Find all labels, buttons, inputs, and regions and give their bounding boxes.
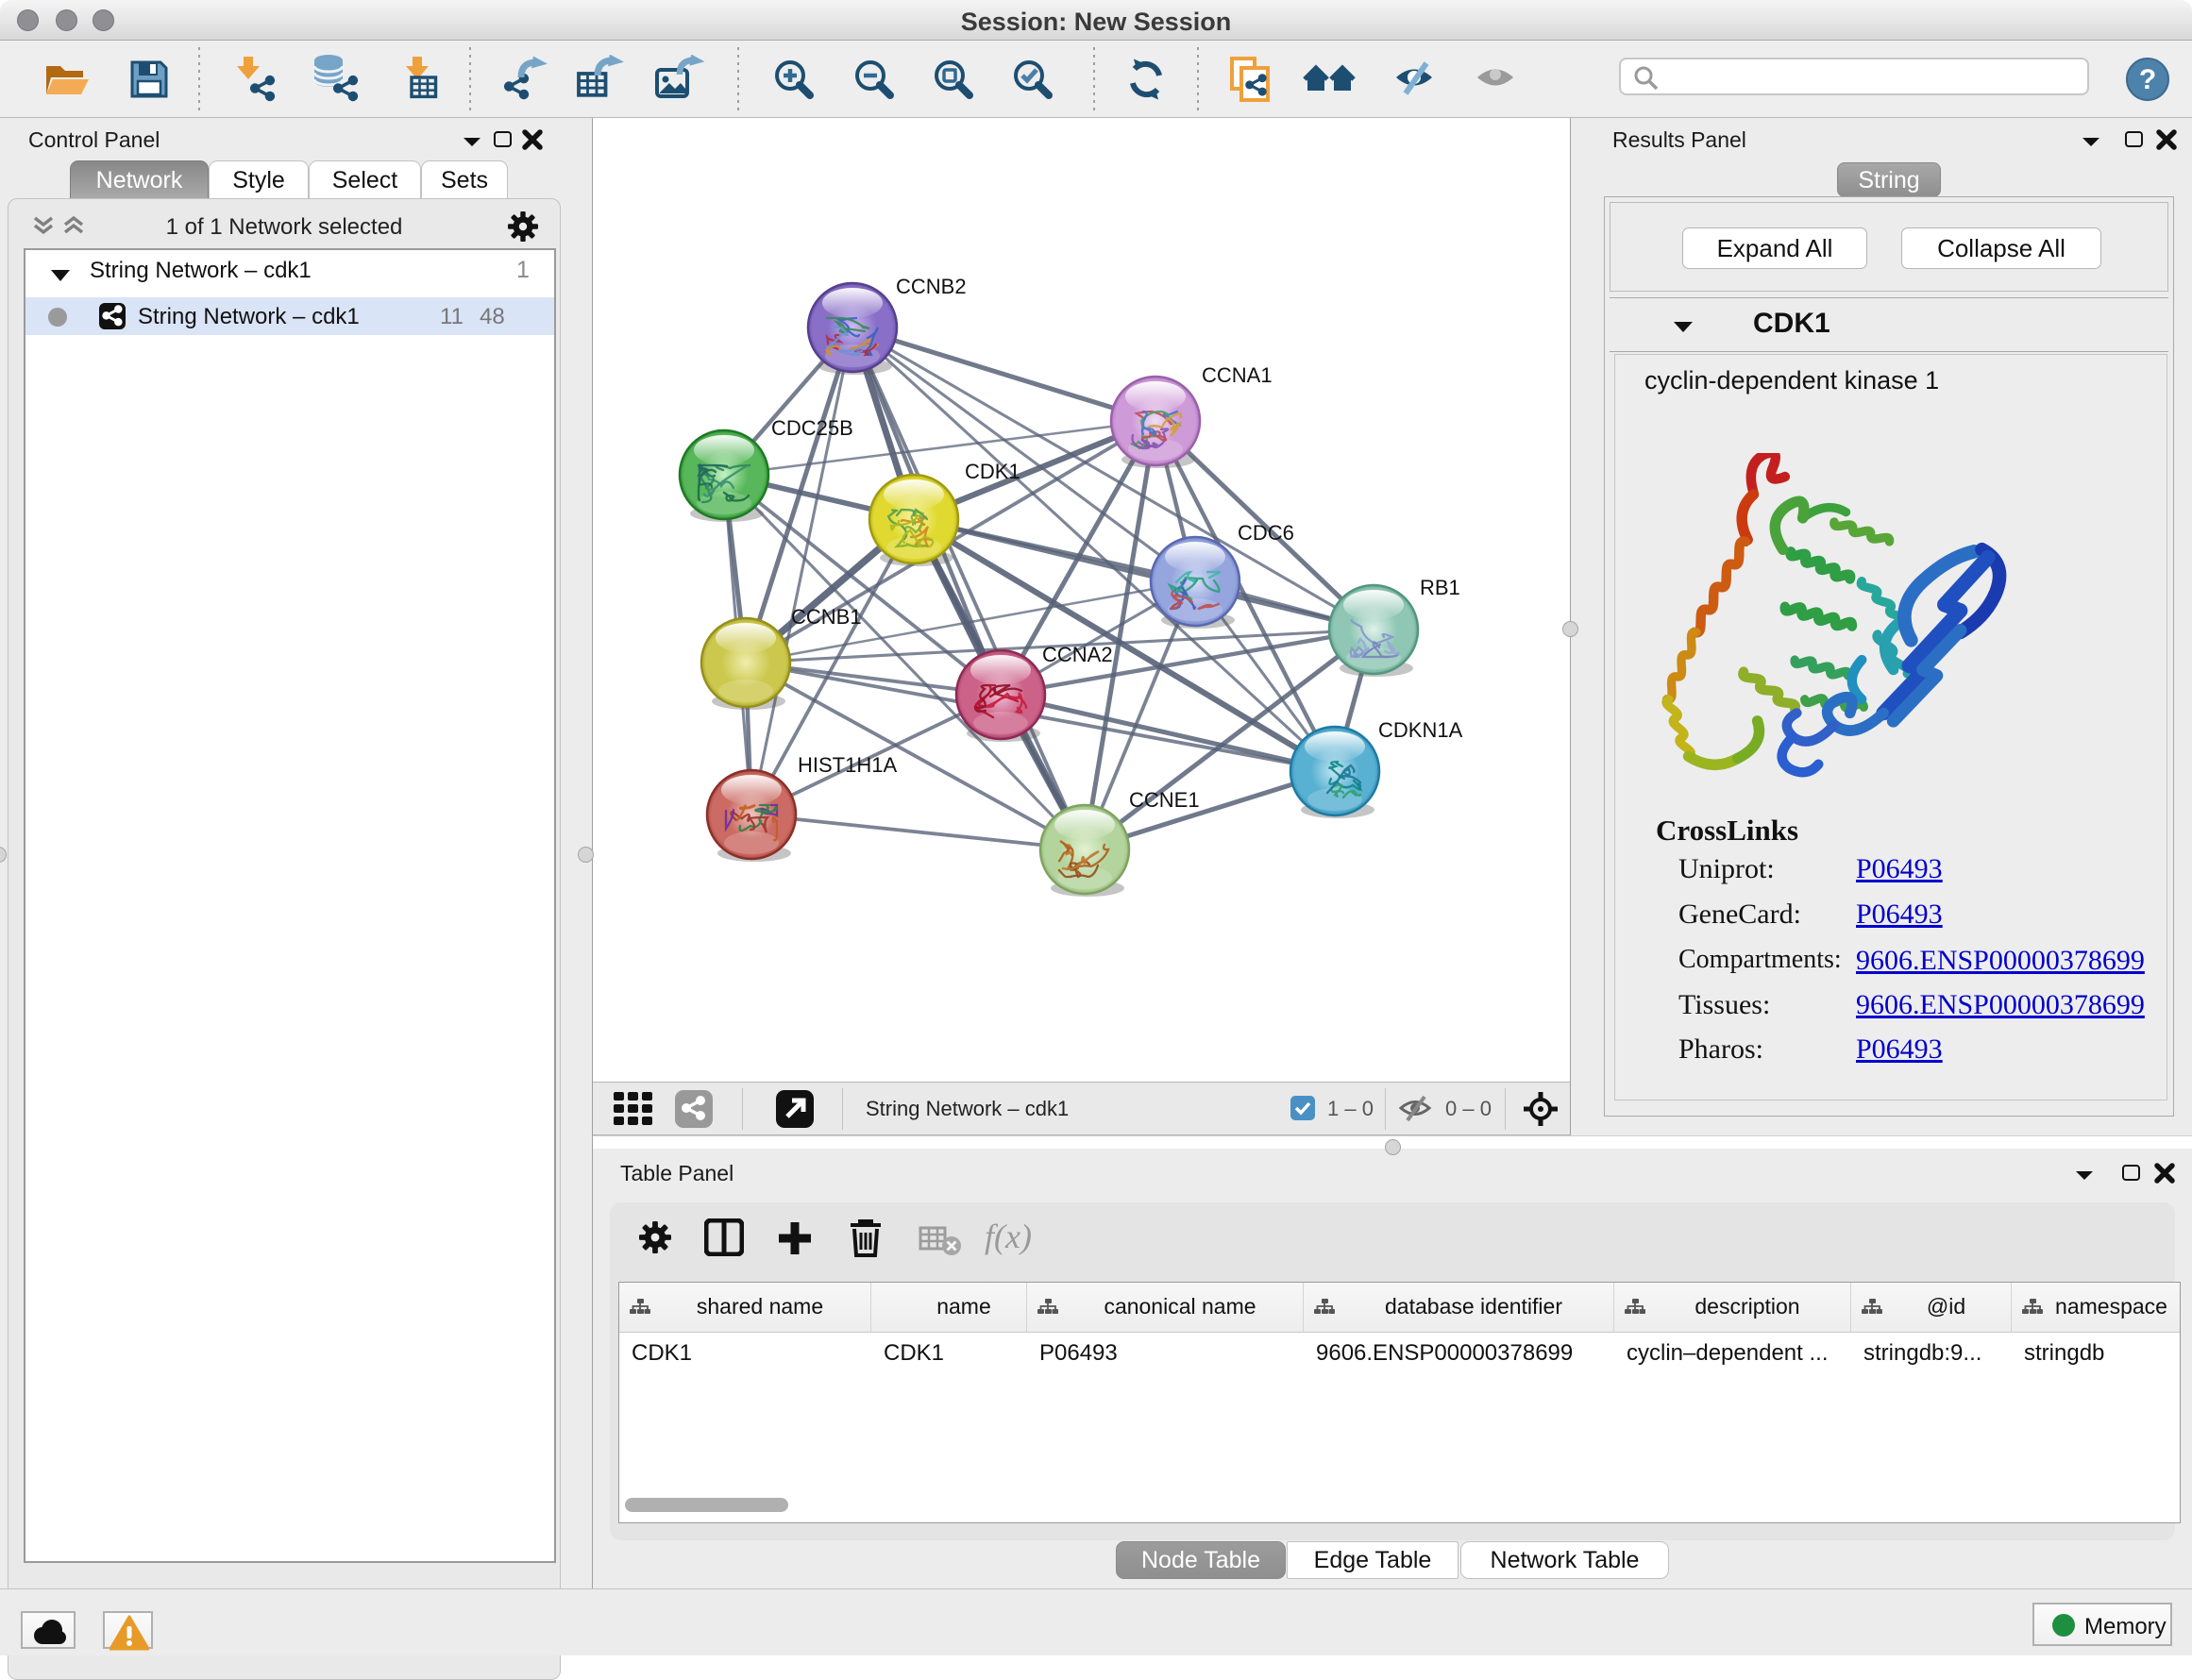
svg-text:RB1: RB1 (1420, 576, 1460, 599)
svg-text:HIST1H1A: HIST1H1A (798, 753, 897, 777)
svg-text:CCNA1: CCNA1 (1202, 363, 1273, 387)
svg-text:CCNA2: CCNA2 (1042, 643, 1113, 666)
svg-text:CDC25B: CDC25B (771, 416, 853, 440)
svg-text:CDC6: CDC6 (1238, 521, 1294, 545)
svg-text:CDKN1A: CDKN1A (1378, 718, 1463, 742)
svg-text:CDK1: CDK1 (965, 460, 1020, 483)
svg-text:CCNB1: CCNB1 (791, 605, 862, 629)
svg-text:CCNB2: CCNB2 (896, 275, 967, 298)
svg-text:CCNE1: CCNE1 (1129, 788, 1200, 812)
